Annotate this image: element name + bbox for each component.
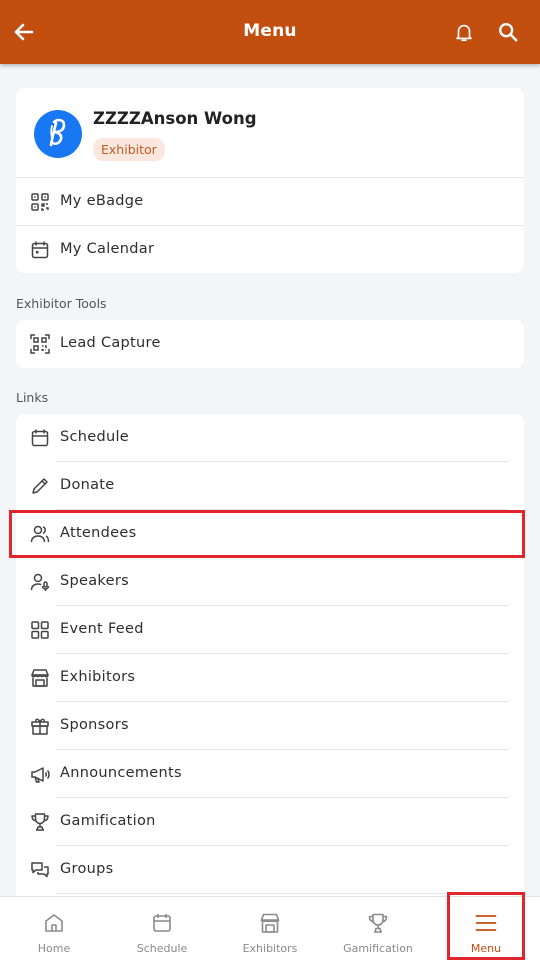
menu-item-my-ebadge[interactable]: My eBadge	[16, 178, 524, 226]
menu-item-event-feed[interactable]: Event Feed	[16, 606, 524, 654]
menu-item-groups[interactable]: Groups	[16, 846, 524, 894]
menu-item-donate[interactable]: Donate	[16, 462, 524, 510]
role-badge: Exhibitor	[93, 138, 165, 161]
menu-item-my-calendar[interactable]: My Calendar	[16, 226, 524, 274]
section-heading-exhibitor-tools: Exhibitor Tools	[16, 296, 107, 311]
nav-label: Exhibitors	[242, 942, 298, 955]
nav-exhibitors[interactable]: Exhibitors	[216, 897, 324, 960]
hamburger-icon	[475, 912, 497, 934]
menu-item-label: Groups	[60, 861, 114, 877]
users-icon	[30, 524, 50, 544]
nav-home[interactable]: Home	[0, 897, 108, 960]
search-icon[interactable]	[497, 21, 519, 43]
menu-item-label: Lead Capture	[60, 335, 161, 351]
calendar-icon	[151, 912, 173, 934]
chat-bubbles-icon	[30, 860, 50, 880]
menu-item-sponsors[interactable]: Sponsors	[16, 702, 524, 750]
calendar-icon	[30, 240, 50, 260]
home-icon	[43, 912, 65, 934]
menu-item-label: Speakers	[60, 573, 129, 589]
top-app-bar: Menu	[0, 0, 540, 64]
menu-item-label: Gamification	[60, 813, 156, 829]
menu-content[interactable]: ZZZZAnson Wong Exhibitor My eBadge My Ca…	[0, 64, 540, 896]
qr-scan-icon	[30, 334, 50, 354]
trophy-icon	[30, 812, 50, 832]
menu-item-label: Donate	[60, 477, 115, 493]
pencil-icon	[30, 476, 50, 496]
qr-badge-icon	[30, 192, 50, 212]
avatar[interactable]	[34, 110, 82, 158]
menu-item-gamification[interactable]: Gamification	[16, 798, 524, 846]
storefront-icon	[259, 912, 281, 934]
menu-item-label: My Calendar	[60, 241, 155, 257]
links-card: Schedule Donate Attendees Speakers Event…	[16, 414, 524, 896]
bottom-navigation: Home Schedule Exhibitors Gamification Me…	[0, 896, 540, 960]
speaker-icon	[30, 572, 50, 592]
nav-gamification[interactable]: Gamification	[324, 897, 432, 960]
storefront-icon	[30, 668, 50, 688]
menu-item-speakers[interactable]: Speakers	[16, 558, 524, 606]
divider	[56, 893, 508, 894]
menu-item-label: My eBadge	[60, 193, 144, 209]
trophy-icon	[367, 912, 389, 934]
exhibitor-tools-card: Lead Capture	[16, 320, 524, 368]
menu-item-label: Announcements	[60, 765, 182, 781]
menu-item-lead-capture[interactable]: Lead Capture	[16, 320, 524, 368]
nav-schedule[interactable]: Schedule	[108, 897, 216, 960]
nav-label: Home	[37, 942, 71, 955]
menu-item-label: Attendees	[60, 525, 137, 541]
bell-icon[interactable]	[453, 21, 475, 43]
megaphone-icon	[30, 764, 50, 784]
grid-icon	[30, 620, 50, 640]
nav-label: Schedule	[136, 942, 188, 955]
menu-item-attendees[interactable]: Attendees	[16, 510, 524, 558]
nav-menu[interactable]: Menu	[432, 897, 540, 960]
menu-item-exhibitors[interactable]: Exhibitors	[16, 654, 524, 702]
calendar-icon	[30, 428, 50, 448]
menu-item-label: Exhibitors	[60, 669, 136, 685]
menu-item-label: Event Feed	[60, 621, 144, 637]
gift-icon	[30, 716, 50, 736]
section-heading-links: Links	[16, 390, 49, 405]
nav-label: Menu	[470, 942, 502, 955]
menu-item-announcements[interactable]: Announcements	[16, 750, 524, 798]
menu-item-schedule[interactable]: Schedule	[16, 414, 524, 462]
profile-name: ZZZZAnson Wong	[93, 109, 257, 128]
menu-item-label: Sponsors	[60, 717, 129, 733]
profile-card: ZZZZAnson Wong Exhibitor My eBadge My Ca…	[16, 88, 524, 273]
nav-label: Gamification	[343, 942, 413, 955]
menu-item-label: Schedule	[60, 429, 130, 445]
